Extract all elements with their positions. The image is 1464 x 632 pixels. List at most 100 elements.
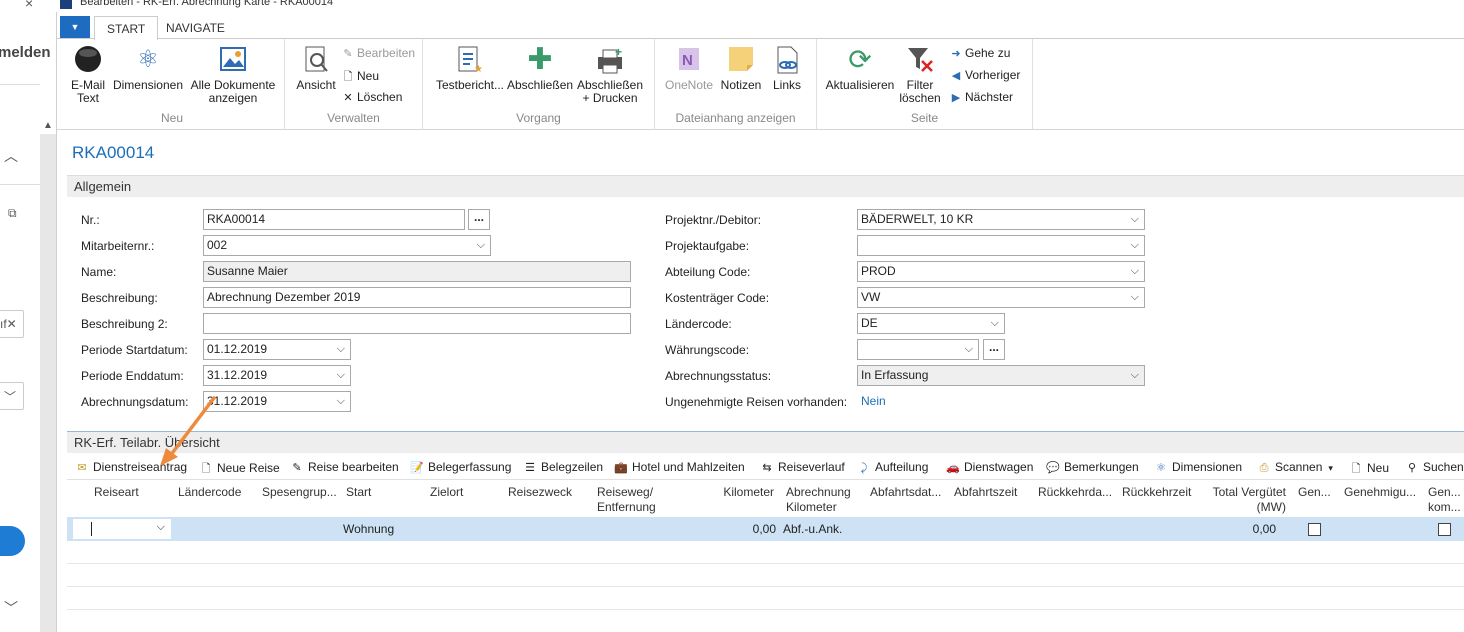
tab-navigate[interactable]: NAVIGATE [154, 16, 237, 40]
mitarbeiternr-field[interactable]: 002 ⌵ [203, 235, 491, 256]
aktualisieren-button[interactable]: ⟳ Aktualisieren [823, 45, 897, 92]
copy-icon[interactable]: ⧉ [8, 206, 17, 221]
scannen-action[interactable]: ⎙ Scannen ▾ [1256, 460, 1333, 475]
genehmigung-kommentar-checkbox[interactable] [1438, 523, 1451, 536]
projektnr-field[interactable]: BÄDERWELT, 10 KR ⌵ [857, 209, 1145, 230]
abrechnungsstatus-field[interactable]: In Erfassung ⌵ [857, 365, 1145, 386]
chevron-up-icon[interactable]: ▲ [43, 120, 53, 131]
hotel-mahlzeiten-action[interactable]: 💼 Hotel und Mahlzeiten [613, 460, 745, 474]
vorheriger-button[interactable]: ◀ Vorheriger [949, 68, 1021, 82]
dimensionen-action[interactable]: ⚛ Dimensionen [1153, 460, 1242, 474]
suchen-action[interactable]: ⚲ Suchen [1404, 460, 1464, 474]
action-button[interactable] [0, 526, 25, 556]
neu-action[interactable]: 🗋 Neu [1348, 460, 1389, 479]
column-header[interactable]: Reisezweck [508, 485, 572, 500]
caret-down-icon[interactable]: ▾ [1328, 463, 1333, 473]
dienstreiseantrag-action[interactable]: ✉ Dienstreiseantrag [74, 460, 187, 474]
projektaufgabe-field[interactable]: ⌵ [857, 235, 1145, 256]
abschliessen-button[interactable]: ✚ Abschließen [507, 45, 573, 92]
email-text-button[interactable]: E-Mail Text [66, 45, 110, 105]
table-row[interactable]: ⌵ Wohnung 0,00 Abf.-u.Ank. 0,00 [67, 517, 1464, 541]
testbericht-button[interactable]: ★ Testbericht... [435, 45, 505, 92]
column-header[interactable]: Start [346, 485, 371, 500]
sign-in-label[interactable]: melden [0, 44, 51, 61]
app-menu-button[interactable]: ▼ [60, 16, 90, 38]
chevron-down-icon[interactable]: ⌵ [991, 314, 999, 333]
ungenehmigte-reisen-link[interactable]: Nein [861, 394, 886, 408]
reise-bearbeiten-action[interactable]: ✎ Reise bearbeiten [289, 460, 399, 474]
chevron-down-icon[interactable]: ﹀ [4, 388, 16, 405]
gehe-zu-button[interactable]: ➜ Gehe zu [949, 46, 1010, 60]
column-header[interactable]: Ländercode [178, 485, 241, 500]
waehrungscode-field[interactable]: ⌵ [857, 339, 979, 360]
neu-button[interactable]: 🗋 Neu [341, 68, 379, 87]
links-button[interactable]: Links [767, 45, 807, 92]
column-header[interactable]: Kilometer [700, 485, 774, 500]
beschreibung-field[interactable]: Abrechnung Dezember 2019 [203, 287, 631, 308]
chevron-down-icon[interactable]: ⌵ [1131, 236, 1139, 255]
chevron-down-icon[interactable]: ⌵ [965, 340, 973, 359]
chevron-down-icon[interactable]: ⌵ [1131, 288, 1139, 307]
column-header[interactable]: Total Vergütet (MW) [1200, 485, 1286, 515]
chevron-down-icon[interactable]: ⌵ [1131, 366, 1139, 385]
reiseverlauf-action[interactable]: ⇆ Reiseverlauf [759, 460, 844, 474]
chevron-up-icon[interactable]: ︿ [4, 146, 18, 166]
nr-field[interactable]: RKA00014 [203, 209, 465, 230]
periode-end-field[interactable]: 31.12.2019 ⌵ [203, 365, 351, 386]
chevron-down-icon[interactable]: ⌵ [337, 366, 345, 385]
column-header[interactable]: Reiseweg/ Entfernung [597, 485, 656, 515]
neue-reise-action[interactable]: 🗋 Neue Reise [198, 460, 280, 479]
laendercode-field[interactable]: DE ⌵ [857, 313, 1005, 334]
belegzeilen-action[interactable]: ☰ Belegzeilen [522, 460, 603, 474]
aufteilung-action[interactable]: ⤸ Aufteilung [856, 460, 929, 475]
abschliessen-drucken-button[interactable]: + Abschließen + Drucken [575, 45, 645, 105]
column-header[interactable]: Gen... [1298, 485, 1331, 500]
periode-start-field[interactable]: 01.12.2019 ⌵ [203, 339, 351, 360]
column-header[interactable]: Reiseart [94, 485, 139, 500]
subpage-action-bar: ✉ Dienstreiseantrag 🗋 Neue Reise ✎ Reise be… [67, 455, 1464, 480]
notizen-button[interactable]: Notizen [717, 45, 765, 92]
loeschen-button[interactable]: ✕ Löschen [341, 90, 402, 104]
dimensions-icon: ⚛ [137, 46, 159, 73]
tab-start[interactable]: START [94, 16, 159, 40]
left-scrollbar[interactable] [40, 134, 56, 632]
bemerkungen-action[interactable]: 💬 Bemerkungen [1045, 460, 1139, 474]
filter-loeschen-button[interactable]: Filter löschen [897, 45, 943, 105]
waehrung-lookup-button[interactable]: ... [983, 339, 1005, 360]
column-header[interactable]: Genehmigu... [1344, 485, 1416, 500]
column-header[interactable]: Rückkehrda... [1038, 485, 1112, 500]
close-icon[interactable]: × [25, 0, 33, 11]
section-header-allgemein[interactable]: Allgemein [67, 175, 1464, 197]
column-header[interactable]: Zielort [430, 485, 463, 500]
belegerfassung-action[interactable]: 📝 Belegerfassung [409, 460, 511, 474]
chevron-down-icon[interactable]: ⌵ [337, 340, 345, 359]
genehmigt-checkbox[interactable] [1308, 523, 1321, 536]
reiseart-select[interactable]: ⌵ [72, 518, 172, 540]
column-header[interactable]: Spesengrup... [262, 485, 337, 500]
periode-start-value: 01.12.2019 [207, 342, 268, 356]
alle-dokumente-button[interactable]: Alle Dokumente anzeigen [188, 45, 278, 105]
column-header[interactable]: Rückkehrzeit [1122, 485, 1191, 500]
kostentraeger-field[interactable]: VW ⌵ [857, 287, 1145, 308]
dienstwagen-action[interactable]: 🚗 Dienstwagen [945, 460, 1033, 474]
chevron-down-icon[interactable]: ⌵ [337, 392, 345, 411]
chevron-down-icon[interactable]: ⌵ [1131, 262, 1139, 281]
chevron-down-icon[interactable]: ﹀ [4, 598, 18, 618]
chevron-down-icon[interactable]: ⌵ [477, 236, 485, 255]
beschreibung2-field[interactable] [203, 313, 631, 334]
column-header[interactable]: Gen... kom... [1428, 485, 1461, 515]
bearbeiten-button[interactable]: ✎ Bearbeiten [341, 46, 415, 60]
abteilung-field[interactable]: PROD ⌵ [857, 261, 1145, 282]
column-header[interactable]: Abfahrtsdat... [870, 485, 941, 500]
naechster-button[interactable]: ▶ Nächster [949, 90, 1013, 104]
chevron-down-icon[interactable]: ⌵ [157, 521, 165, 534]
dimensionen-button[interactable]: ⚛ Dimensionen [112, 45, 184, 92]
nr-lookup-button[interactable]: ... [468, 209, 490, 230]
chevron-down-icon[interactable]: ⌵ [1131, 210, 1139, 229]
ansicht-button[interactable]: Ansicht [293, 45, 339, 92]
column-header[interactable]: Abfahrtszeit [954, 485, 1017, 500]
action-label: Reise bearbeiten [308, 460, 399, 474]
onenote-button[interactable]: N OneNote [663, 45, 715, 92]
abrechnungsdatum-field[interactable]: 31.12.2019 ⌵ [203, 391, 351, 412]
column-header[interactable]: Abrechnung Kilometer [786, 485, 851, 515]
